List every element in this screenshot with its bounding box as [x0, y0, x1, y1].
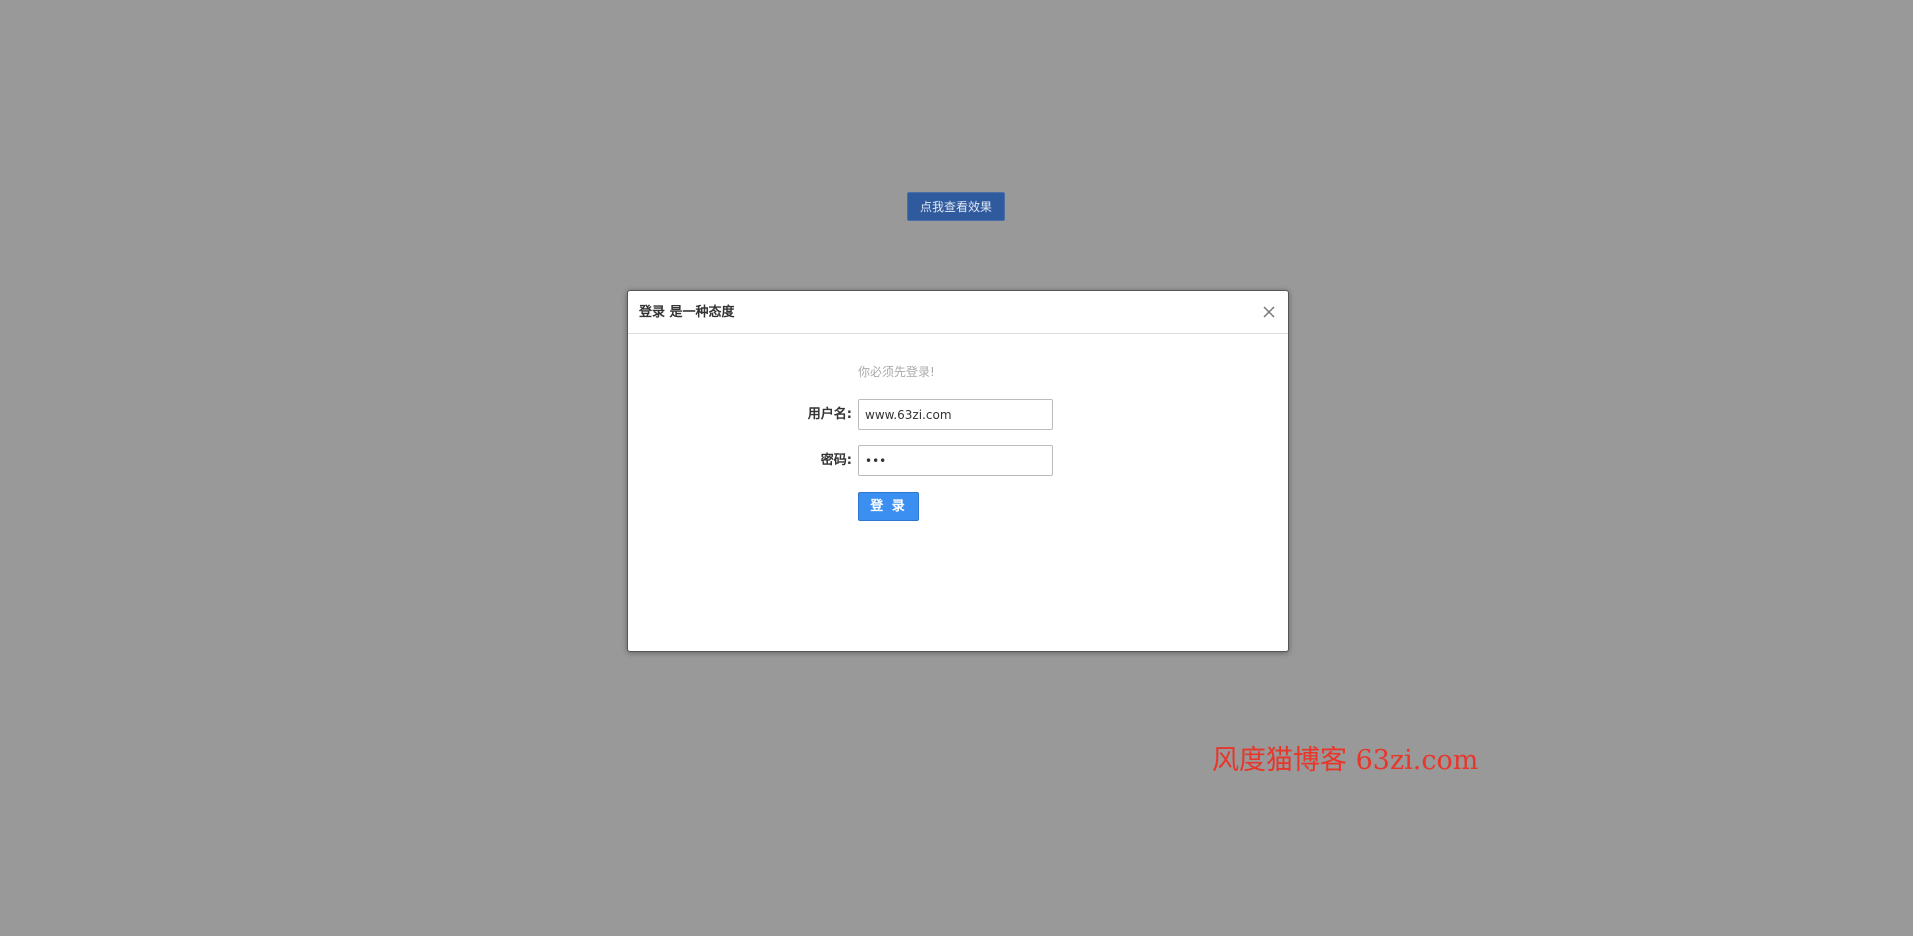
login-dialog: 登录 是一种态度 你必须先登录! 用户名: 密码: 登 录 [627, 290, 1289, 652]
username-label: 用户名: [807, 407, 852, 422]
watermark: 风度猫博客 63zi.com [1212, 745, 1479, 776]
show-effect-button[interactable]: 点我查看效果 [907, 192, 1005, 221]
dialog-body: 你必须先登录! 用户名: 密码: 登 录 [628, 334, 1288, 651]
password-label: 密码: [820, 453, 852, 468]
username-input[interactable] [858, 399, 1053, 430]
login-hint: 你必须先登录! [858, 365, 935, 379]
close-icon[interactable] [1260, 303, 1278, 321]
dialog-title: 登录 是一种态度 [639, 305, 735, 320]
dialog-header: 登录 是一种态度 [628, 291, 1288, 334]
password-input[interactable] [858, 445, 1053, 476]
password-row: 密码: [628, 445, 1288, 477]
login-button[interactable]: 登 录 [858, 492, 919, 521]
username-row: 用户名: [628, 399, 1288, 431]
page: 点我查看效果 登录 是一种态度 你必须先登录! 用户名: 密码: 登 录 风度猫… [0, 0, 1913, 936]
